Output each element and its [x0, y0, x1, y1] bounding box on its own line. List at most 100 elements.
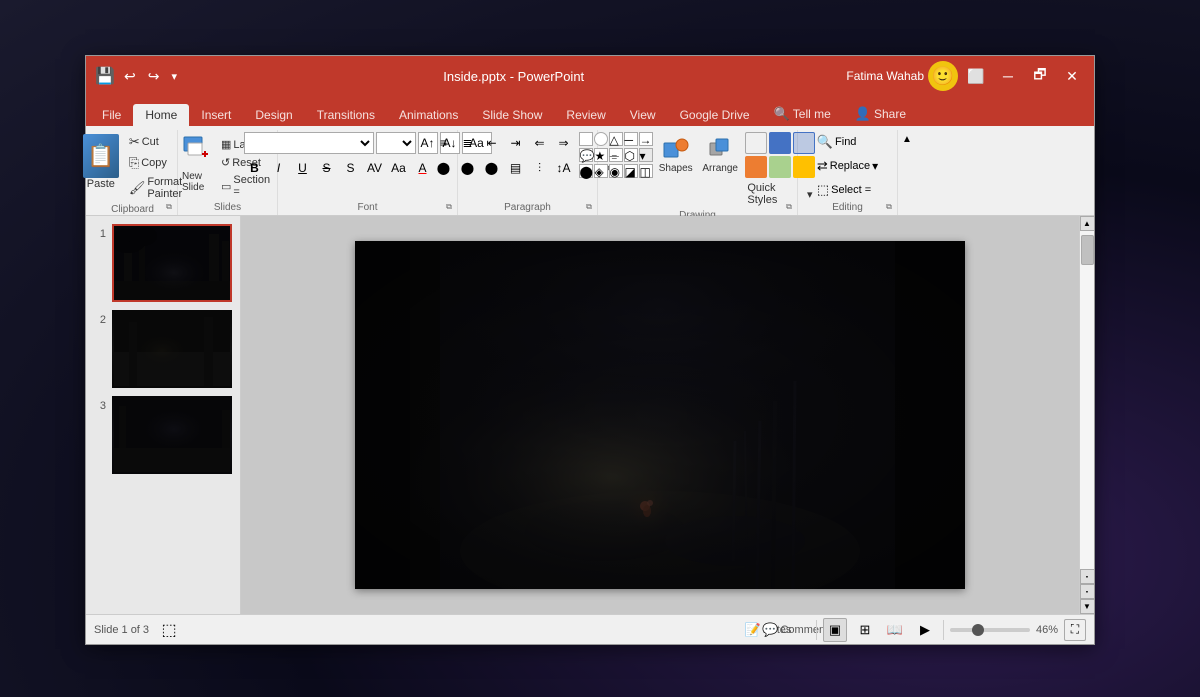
char-spacing-button[interactable]: AV [364, 157, 386, 179]
undo-button[interactable]: ↩ [120, 66, 140, 87]
slide-thumb-2[interactable] [112, 310, 232, 388]
font-color-button[interactable]: A [412, 157, 434, 179]
accessibility-button[interactable]: ⬚ [157, 618, 181, 642]
tab-animations[interactable]: Animations [387, 104, 470, 126]
shape-misc2[interactable]: ⬤ [579, 164, 593, 178]
quick-access-customize[interactable]: ▾ [167, 68, 181, 85]
increase-indent-button[interactable]: ⇥ [505, 132, 527, 154]
ribbon-collapse-button[interactable]: ▲ [900, 132, 914, 146]
justify-button[interactable]: ▤ [505, 157, 527, 179]
replace-button[interactable]: ⇄ Replace ▾ [815, 156, 880, 176]
slide-item-3[interactable]: 3 [92, 396, 234, 474]
drawing-expand[interactable]: ⧉ [783, 201, 795, 213]
scrollbar-thumb[interactable] [1081, 235, 1094, 265]
slide-item-1[interactable]: 1 [92, 224, 234, 302]
tab-share[interactable]: 👤 Share [843, 102, 918, 126]
close-button[interactable]: ✕ [1058, 62, 1086, 90]
restore-button[interactable]: 🗗 [1026, 62, 1054, 90]
ltr-button[interactable]: ⇒ [553, 132, 575, 154]
shape-misc6[interactable]: ◫ [639, 164, 653, 178]
shape-misc1[interactable]: ⬡ [624, 148, 638, 162]
shape-rect[interactable] [579, 132, 593, 146]
shape-misc4[interactable]: ◉ [609, 164, 623, 178]
shape-triangle[interactable]: △ [609, 132, 623, 146]
clipboard-expand[interactable]: ⧉ [163, 201, 175, 213]
editing-expand[interactable]: ⧉ [883, 201, 895, 213]
numbered-list-button[interactable]: ≣ [457, 132, 479, 154]
slideshow-button[interactable]: ▶ [913, 618, 937, 642]
tab-tellme[interactable]: 🔍 Tell me [762, 102, 843, 126]
shapes-button[interactable]: Shapes [655, 132, 697, 177]
scroll-page-up[interactable]: ⬝ [1080, 569, 1095, 584]
bold-button[interactable]: B [244, 157, 266, 179]
shape-callout[interactable]: 💬 [579, 148, 593, 162]
rtl-button[interactable]: ⇐ [529, 132, 551, 154]
tab-design[interactable]: Design [243, 104, 304, 126]
slide-thumb-3[interactable] [112, 396, 232, 474]
tab-view[interactable]: View [618, 104, 668, 126]
find-button[interactable]: 🔍 Find [815, 132, 859, 152]
scroll-down-button[interactable]: ▼ [1080, 599, 1095, 614]
decrease-indent-button[interactable]: ⇤ [481, 132, 503, 154]
comments-button[interactable]: 💬 Comments [786, 618, 810, 642]
shapes-more[interactable]: ▾ [639, 148, 653, 162]
redo-button[interactable]: ↪ [144, 66, 164, 87]
tab-slideshow[interactable]: Slide Show [470, 104, 554, 126]
shapes-row2: 💬 ★ ⌯ ⬡ ▾ [579, 148, 653, 162]
style-blue[interactable] [769, 132, 791, 154]
minimize-button[interactable]: ─ [994, 62, 1022, 90]
normal-view-button[interactable]: ▣ [823, 618, 847, 642]
shape-misc5[interactable]: ◪ [624, 164, 638, 178]
zoom-slider[interactable] [950, 628, 1030, 632]
shape-banner[interactable]: ⌯ [609, 148, 623, 162]
slide-item-2[interactable]: 2 [92, 310, 234, 388]
text-direction-button[interactable]: ↕A [553, 157, 575, 179]
text-shadow-button[interactable]: S [340, 157, 362, 179]
italic-button[interactable]: I [268, 157, 290, 179]
reading-view-button[interactable]: 📖 [883, 618, 907, 642]
new-slide-button[interactable]: New Slide [177, 132, 215, 196]
shape-arrow[interactable]: → [639, 132, 653, 146]
change-case-button[interactable]: Aa [388, 157, 410, 179]
align-right-button[interactable]: ⬤ [481, 157, 503, 179]
slide-sorter-button[interactable]: ⊞ [853, 618, 877, 642]
tab-review[interactable]: Review [554, 104, 617, 126]
scroll-up-button[interactable]: ▲ [1080, 216, 1095, 231]
shape-oval[interactable] [594, 132, 608, 146]
slide-thumb-1[interactable] [112, 224, 232, 302]
tab-insert[interactable]: Insert [189, 104, 243, 126]
scroll-page-down[interactable]: ⬝ [1080, 584, 1095, 599]
font-size-select[interactable] [376, 132, 416, 154]
columns-button[interactable]: ⫶ [529, 157, 551, 179]
tab-transitions[interactable]: Transitions [305, 104, 387, 126]
font-name-select[interactable] [244, 132, 374, 154]
tab-file[interactable]: File [90, 104, 133, 126]
paste-button[interactable]: 📋 Paste [79, 132, 123, 192]
scrollbar-track[interactable] [1080, 231, 1094, 569]
arrange-button[interactable]: Arrange [699, 132, 741, 177]
style-green[interactable] [769, 156, 791, 178]
style-none[interactable] [745, 132, 767, 154]
ribbon-toggle-button[interactable]: ⬜ [962, 62, 990, 90]
save-button[interactable]: 💾 [94, 65, 116, 87]
slide-canvas[interactable] [355, 241, 965, 589]
select-label: Select = [831, 184, 871, 196]
slides-label: Slides [184, 200, 271, 215]
tab-home[interactable]: Home [133, 104, 189, 126]
bullet-list-button[interactable]: ≡ [433, 132, 455, 154]
style-orange[interactable] [745, 156, 767, 178]
slide-2-preview [114, 312, 232, 388]
align-left-button[interactable]: ⬤ [433, 157, 455, 179]
select-button[interactable]: ⬚ Select = [815, 180, 873, 200]
underline-button[interactable]: U [292, 157, 314, 179]
user-avatar[interactable]: 🙂 [928, 61, 958, 91]
font-expand[interactable]: ⧉ [443, 201, 455, 213]
strikethrough-button[interactable]: S [316, 157, 338, 179]
tab-googledrive[interactable]: Google Drive [668, 104, 762, 126]
shape-line[interactable]: ─ [624, 132, 638, 146]
shape-misc3[interactable]: ◈ [594, 164, 608, 178]
fit-slide-button[interactable]: ⛶ [1064, 619, 1086, 641]
clipboard-label: Clipboard [94, 202, 171, 217]
shape-star[interactable]: ★ [594, 148, 608, 162]
align-center-button[interactable]: ⬤ [457, 157, 479, 179]
